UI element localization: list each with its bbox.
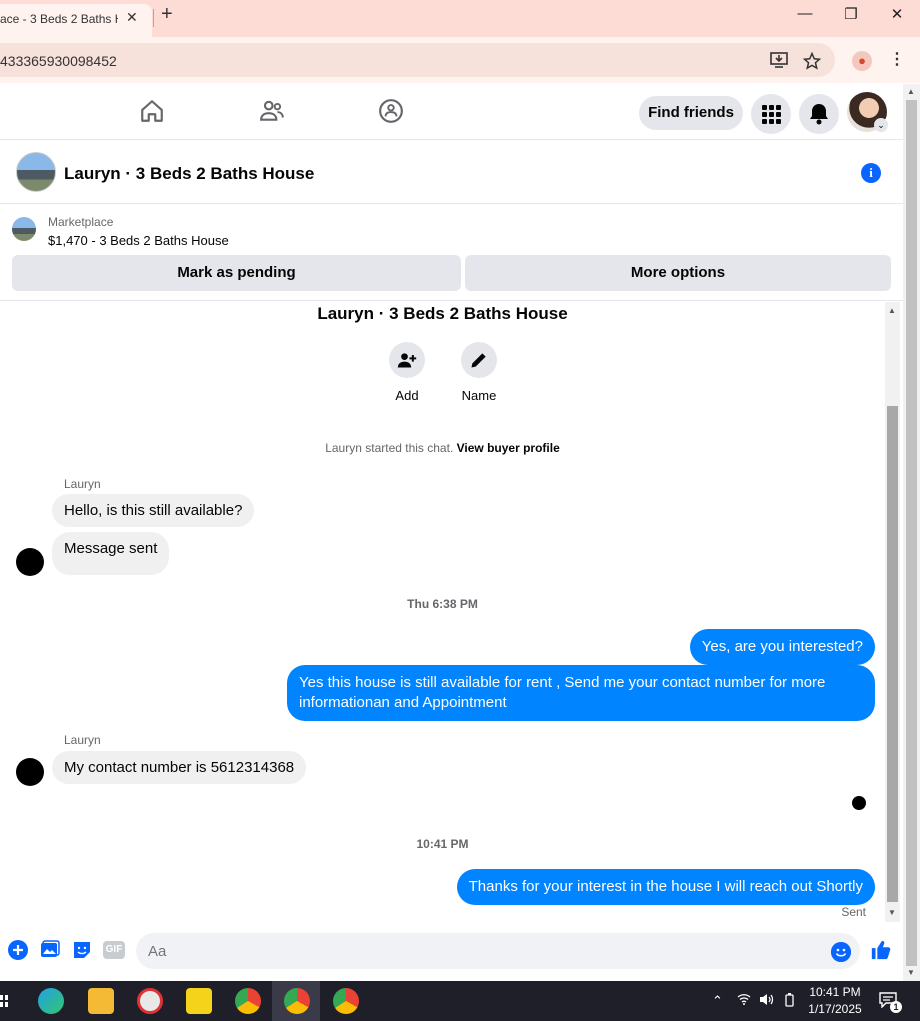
- browser-menu-icon[interactable]: ⋮: [889, 49, 905, 69]
- listing-thumbnail[interactable]: [16, 152, 56, 192]
- browser-tab-bar: ace - 3 Beds 2 Baths H ✕ + — ❐ ✕: [0, 0, 920, 37]
- page-scrollbar[interactable]: ▲ ▼: [903, 84, 920, 982]
- chrome-icon[interactable]: [235, 988, 261, 1014]
- incoming-message[interactable]: Message sent: [52, 532, 170, 575]
- friends-icon[interactable]: [259, 98, 285, 124]
- sticky-notes-icon[interactable]: [186, 988, 212, 1014]
- emoji-icon[interactable]: [831, 942, 851, 962]
- conversation-pane[interactable]: Lauryn · 3 Beds 2 Baths House Add Name L…: [0, 302, 885, 920]
- pencil-icon[interactable]: [461, 342, 497, 378]
- address-bar[interactable]: 433365930098452: [0, 43, 835, 77]
- groups-icon[interactable]: [378, 98, 404, 124]
- timestamp: Thu 6:38 PM: [407, 597, 478, 611]
- name-action[interactable]: Name: [449, 342, 509, 403]
- page-scroll-up-arrow[interactable]: ▲: [907, 87, 915, 96]
- seen-indicator-avatar: [852, 796, 866, 810]
- system-clock[interactable]: 10:41 PM 1/17/2025: [800, 984, 870, 1018]
- outgoing-message[interactable]: Thanks for your interest in the house I …: [456, 869, 875, 905]
- new-tab-button[interactable]: +: [161, 3, 173, 26]
- file-explorer-icon[interactable]: [88, 988, 114, 1014]
- clock-date: 1/17/2025: [808, 1002, 862, 1016]
- grid-icon: [762, 105, 781, 124]
- bookmark-star-icon[interactable]: [802, 51, 822, 74]
- edge-icon[interactable]: [38, 988, 64, 1014]
- plus-icon[interactable]: [8, 940, 28, 960]
- chrome-profile-icon[interactable]: [284, 988, 310, 1014]
- address-row: 433365930098452: [0, 37, 920, 83]
- install-app-icon[interactable]: [770, 52, 788, 72]
- browser-profile-icon[interactable]: ●: [852, 51, 872, 71]
- timestamp: 10:41 PM: [416, 837, 469, 851]
- chat-header: Lauryn · 3 Beds 2 Baths House i: [0, 141, 903, 204]
- bell-icon: [810, 104, 828, 125]
- scroll-up-arrow[interactable]: ▲: [888, 306, 896, 315]
- avatar[interactable]: [16, 548, 44, 576]
- outgoing-message[interactable]: Yes, are you interested?: [689, 629, 875, 665]
- close-window-button[interactable]: ✕: [882, 5, 912, 29]
- outgoing-message[interactable]: Yes this house is still available for re…: [287, 665, 875, 721]
- windows-taskbar: ⌃ 10:41 PM 1/17/2025 1: [0, 981, 920, 1021]
- task-view-icon[interactable]: [0, 993, 10, 1009]
- listing-small-thumbnail: [12, 217, 36, 241]
- marketplace-bar: Marketplace $1,470 - 3 Beds 2 Baths Hous…: [0, 205, 903, 301]
- info-icon[interactable]: i: [861, 163, 881, 183]
- clock-time: 10:41 PM: [809, 985, 861, 999]
- tab-title: ace - 3 Beds 2 Baths H: [0, 12, 118, 26]
- chat-started-notice: Lauryn started this chat. View buyer pro…: [0, 441, 885, 455]
- sticker-icon[interactable]: [72, 940, 92, 960]
- chat-title[interactable]: Lauryn · 3 Beds 2 Baths House: [64, 164, 314, 184]
- page-scroll-thumb[interactable]: [906, 100, 917, 966]
- volume-icon[interactable]: [759, 993, 774, 1009]
- chat-started-text: Lauryn started this chat.: [325, 441, 454, 455]
- photo-icon[interactable]: [40, 940, 60, 960]
- find-friends-button[interactable]: Find friends: [639, 96, 743, 130]
- name-label: Name: [461, 388, 497, 403]
- battery-icon[interactable]: [784, 993, 796, 1010]
- message-status: Sent: [841, 905, 866, 919]
- marketplace-label: Marketplace: [48, 215, 114, 229]
- restore-button[interactable]: ❐: [836, 5, 866, 29]
- like-thumbs-up-icon[interactable]: [870, 939, 892, 961]
- message-input[interactable]: [136, 933, 860, 969]
- notifications-button[interactable]: [799, 94, 839, 134]
- page-scroll-down-arrow[interactable]: ▼: [907, 968, 915, 977]
- chrome-profile-icon[interactable]: [333, 988, 359, 1014]
- wifi-icon[interactable]: [737, 993, 751, 1008]
- menu-grid-button[interactable]: [751, 94, 791, 134]
- add-label: Add: [395, 388, 419, 403]
- incoming-message[interactable]: Hello, is this still available?: [52, 494, 255, 527]
- url-text[interactable]: 433365930098452: [0, 53, 117, 69]
- mark-as-pending-button[interactable]: Mark as pending: [12, 255, 461, 291]
- listing-price-title[interactable]: $1,470 - 3 Beds 2 Baths House: [48, 233, 229, 248]
- scroll-thumb[interactable]: [887, 406, 898, 902]
- chevron-up-icon[interactable]: ⌃: [712, 993, 723, 1009]
- incoming-message[interactable]: My contact number is 5612314368: [52, 751, 307, 784]
- view-buyer-profile-link[interactable]: View buyer profile: [457, 441, 560, 455]
- chevron-down-icon[interactable]: ⌄: [874, 118, 888, 132]
- home-icon[interactable]: [139, 98, 165, 124]
- sender-name: Lauryn: [64, 733, 101, 747]
- paint-app-icon[interactable]: [137, 988, 163, 1014]
- scroll-down-arrow[interactable]: ▼: [888, 908, 896, 917]
- sender-name: Lauryn: [64, 477, 101, 491]
- message-composer: GIF: [0, 924, 903, 980]
- add-person-icon[interactable]: [389, 342, 425, 378]
- browser-tab[interactable]: ace - 3 Beds 2 Baths H ✕: [0, 4, 152, 37]
- add-people-action[interactable]: Add: [377, 342, 437, 403]
- conversation-scrollbar[interactable]: ▲ ▼: [885, 302, 900, 922]
- minimize-button[interactable]: —: [790, 5, 820, 29]
- facebook-top-nav: Find friends ⌄: [0, 84, 903, 140]
- tab-separator: [153, 9, 154, 27]
- avatar[interactable]: [16, 758, 44, 786]
- notification-count-badge: 1: [890, 1001, 902, 1013]
- more-options-button[interactable]: More options: [465, 255, 891, 291]
- conversation-name: Lauryn · 3 Beds 2 Baths House: [317, 304, 568, 323]
- gif-icon[interactable]: GIF: [103, 941, 125, 959]
- tab-close-icon[interactable]: ✕: [126, 9, 138, 26]
